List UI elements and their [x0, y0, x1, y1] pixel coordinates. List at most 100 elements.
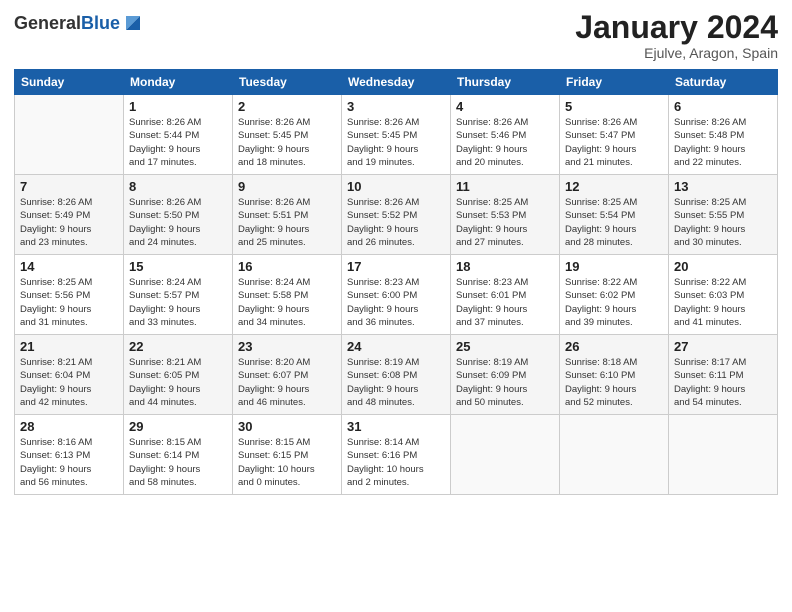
- table-row: 16Sunrise: 8:24 AMSunset: 5:58 PMDayligh…: [233, 255, 342, 335]
- col-sunday: Sunday: [15, 70, 124, 95]
- day-number: 27: [674, 339, 772, 354]
- day-info: Sunrise: 8:21 AMSunset: 6:05 PMDaylight:…: [129, 356, 227, 409]
- table-row: 4 Sunrise: 8:26 AMSunset: 5:46 PMDaylight…: [451, 95, 560, 175]
- table-row: 2Sunrise: 8:26 AMSunset: 5:45 PMDaylight…: [233, 95, 342, 175]
- day-number: 31: [347, 419, 445, 434]
- table-row: [451, 415, 560, 495]
- day-number: 13: [674, 179, 772, 194]
- day-number: 3: [347, 99, 445, 114]
- table-row: 22Sunrise: 8:21 AMSunset: 6:05 PMDayligh…: [124, 335, 233, 415]
- col-wednesday: Wednesday: [342, 70, 451, 95]
- day-info: Sunrise: 8:21 AMSunset: 6:04 PMDaylight:…: [20, 356, 118, 409]
- table-row: [15, 95, 124, 175]
- calendar-week-row: 7 Sunrise: 8:26 AMSunset: 5:49 PMDaylight…: [15, 175, 778, 255]
- logo-text: GeneralBlue: [14, 14, 120, 32]
- day-number: 17: [347, 259, 445, 274]
- table-row: 27Sunrise: 8:17 AMSunset: 6:11 PMDayligh…: [669, 335, 778, 415]
- day-number: 10: [347, 179, 445, 194]
- day-info: Sunrise: 8:23 AMSunset: 6:00 PMDaylight:…: [347, 276, 445, 329]
- day-info: Sunrise: 8:26 AMSunset: 5:49 PMDaylight:…: [20, 196, 118, 249]
- table-row: 31 Sunrise: 8:14 AMSunset: 6:16 PMDayligh…: [342, 415, 451, 495]
- col-saturday: Saturday: [669, 70, 778, 95]
- day-number: 8: [129, 179, 227, 194]
- day-number: 11: [456, 179, 554, 194]
- day-info: Sunrise: 8:26 AMSunset: 5:45 PMDaylight:…: [238, 116, 336, 169]
- col-friday: Friday: [560, 70, 669, 95]
- day-info: Sunrise: 8:26 AMSunset: 5:51 PMDaylight:…: [238, 196, 336, 249]
- logo: GeneralBlue: [14, 10, 146, 36]
- day-info: Sunrise: 8:19 AMSunset: 6:08 PMDaylight:…: [347, 356, 445, 409]
- table-row: 24 Sunrise: 8:19 AMSunset: 6:08 PMDayligh…: [342, 335, 451, 415]
- month-title: January 2024: [575, 10, 778, 45]
- table-row: 13Sunrise: 8:25 AMSunset: 5:55 PMDayligh…: [669, 175, 778, 255]
- table-row: 8 Sunrise: 8:26 AMSunset: 5:50 PMDaylight…: [124, 175, 233, 255]
- location: Ejulve, Aragon, Spain: [575, 45, 778, 61]
- day-info: Sunrise: 8:26 AMSunset: 5:47 PMDaylight:…: [565, 116, 663, 169]
- table-row: 6Sunrise: 8:26 AMSunset: 5:48 PMDaylight…: [669, 95, 778, 175]
- day-info: Sunrise: 8:24 AMSunset: 5:57 PMDaylight:…: [129, 276, 227, 329]
- day-number: 20: [674, 259, 772, 274]
- table-row: 20 Sunrise: 8:22 AMSunset: 6:03 PMDayligh…: [669, 255, 778, 335]
- calendar-header-row: Sunday Monday Tuesday Wednesday Thursday…: [15, 70, 778, 95]
- table-row: 23Sunrise: 8:20 AMSunset: 6:07 PMDayligh…: [233, 335, 342, 415]
- col-tuesday: Tuesday: [233, 70, 342, 95]
- day-number: 4: [456, 99, 554, 114]
- calendar-table: Sunday Monday Tuesday Wednesday Thursday…: [14, 69, 778, 495]
- table-row: 21 Sunrise: 8:21 AMSunset: 6:04 PMDayligh…: [15, 335, 124, 415]
- calendar-week-row: 1 Sunrise: 8:26 AMSunset: 5:44 PMDaylight…: [15, 95, 778, 175]
- day-number: 29: [129, 419, 227, 434]
- day-number: 21: [20, 339, 118, 354]
- col-monday: Monday: [124, 70, 233, 95]
- day-info: Sunrise: 8:24 AMSunset: 5:58 PMDaylight:…: [238, 276, 336, 329]
- day-number: 12: [565, 179, 663, 194]
- day-info: Sunrise: 8:18 AMSunset: 6:10 PMDaylight:…: [565, 356, 663, 409]
- table-row: 19Sunrise: 8:22 AMSunset: 6:02 PMDayligh…: [560, 255, 669, 335]
- table-row: 28Sunrise: 8:16 AMSunset: 6:13 PMDayligh…: [15, 415, 124, 495]
- day-number: 15: [129, 259, 227, 274]
- day-number: 14: [20, 259, 118, 274]
- table-row: 1 Sunrise: 8:26 AMSunset: 5:44 PMDaylight…: [124, 95, 233, 175]
- day-info: Sunrise: 8:26 AMSunset: 5:52 PMDaylight:…: [347, 196, 445, 249]
- logo-icon: [120, 10, 146, 36]
- table-row: [560, 415, 669, 495]
- header: GeneralBlue January 2024 Ejulve, Aragon,…: [14, 10, 778, 61]
- table-row: [669, 415, 778, 495]
- calendar-week-row: 21 Sunrise: 8:21 AMSunset: 6:04 PMDayligh…: [15, 335, 778, 415]
- day-number: 9: [238, 179, 336, 194]
- day-info: Sunrise: 8:26 AMSunset: 5:45 PMDaylight:…: [347, 116, 445, 169]
- day-info: Sunrise: 8:26 AMSunset: 5:46 PMDaylight:…: [456, 116, 554, 169]
- table-row: 10 Sunrise: 8:26 AMSunset: 5:52 PMDayligh…: [342, 175, 451, 255]
- table-row: 5 Sunrise: 8:26 AMSunset: 5:47 PMDaylight…: [560, 95, 669, 175]
- day-number: 7: [20, 179, 118, 194]
- table-row: 11Sunrise: 8:25 AMSunset: 5:53 PMDayligh…: [451, 175, 560, 255]
- col-thursday: Thursday: [451, 70, 560, 95]
- day-number: 1: [129, 99, 227, 114]
- day-info: Sunrise: 8:14 AMSunset: 6:16 PMDaylight:…: [347, 436, 445, 489]
- table-row: 17 Sunrise: 8:23 AMSunset: 6:00 PMDayligh…: [342, 255, 451, 335]
- day-info: Sunrise: 8:22 AMSunset: 6:03 PMDaylight:…: [674, 276, 772, 329]
- calendar-week-row: 14 Sunrise: 8:25 AMSunset: 5:56 PMDayligh…: [15, 255, 778, 335]
- day-info: Sunrise: 8:15 AMSunset: 6:15 PMDaylight:…: [238, 436, 336, 489]
- day-info: Sunrise: 8:25 AMSunset: 5:54 PMDaylight:…: [565, 196, 663, 249]
- day-number: 26: [565, 339, 663, 354]
- day-number: 18: [456, 259, 554, 274]
- day-info: Sunrise: 8:26 AMSunset: 5:44 PMDaylight:…: [129, 116, 227, 169]
- day-number: 5: [565, 99, 663, 114]
- day-info: Sunrise: 8:26 AMSunset: 5:48 PMDaylight:…: [674, 116, 772, 169]
- day-number: 23: [238, 339, 336, 354]
- day-number: 24: [347, 339, 445, 354]
- table-row: 18 Sunrise: 8:23 AMSunset: 6:01 PMDayligh…: [451, 255, 560, 335]
- day-info: Sunrise: 8:23 AMSunset: 6:01 PMDaylight:…: [456, 276, 554, 329]
- day-info: Sunrise: 8:26 AMSunset: 5:50 PMDaylight:…: [129, 196, 227, 249]
- table-row: 9 Sunrise: 8:26 AMSunset: 5:51 PMDaylight…: [233, 175, 342, 255]
- day-number: 30: [238, 419, 336, 434]
- table-row: 25Sunrise: 8:19 AMSunset: 6:09 PMDayligh…: [451, 335, 560, 415]
- day-info: Sunrise: 8:25 AMSunset: 5:56 PMDaylight:…: [20, 276, 118, 329]
- title-block: January 2024 Ejulve, Aragon, Spain: [575, 10, 778, 61]
- table-row: 3 Sunrise: 8:26 AMSunset: 5:45 PMDaylight…: [342, 95, 451, 175]
- day-number: 28: [20, 419, 118, 434]
- calendar-week-row: 28Sunrise: 8:16 AMSunset: 6:13 PMDayligh…: [15, 415, 778, 495]
- table-row: 7 Sunrise: 8:26 AMSunset: 5:49 PMDaylight…: [15, 175, 124, 255]
- day-number: 25: [456, 339, 554, 354]
- day-number: 19: [565, 259, 663, 274]
